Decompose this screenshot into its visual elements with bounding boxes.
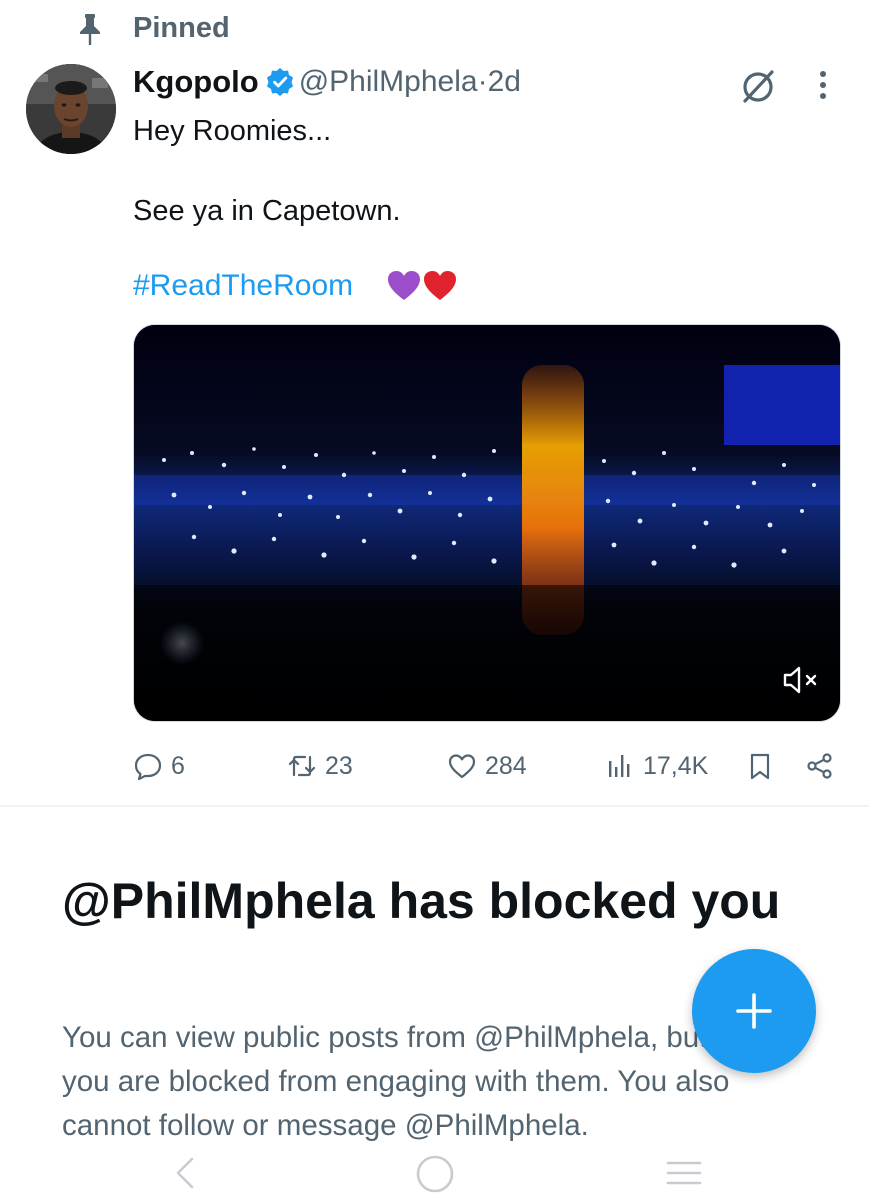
reply-icon xyxy=(134,753,162,781)
like-icon xyxy=(448,754,476,779)
grok-icon[interactable] xyxy=(738,66,778,106)
more-options-icon[interactable] xyxy=(808,66,838,106)
video-player[interactable] xyxy=(133,324,841,722)
blocked-description: You can view public posts from @PhilMphe… xyxy=(62,1021,730,1142)
tweet-header: Kgopolo @PhilMphela·2d xyxy=(133,64,521,108)
repost-icon xyxy=(288,755,316,777)
red-heart-icon xyxy=(424,271,457,300)
timestamp[interactable]: 2d xyxy=(488,65,521,98)
views-count: 17,4K xyxy=(643,751,709,780)
reply-button[interactable]: 6 xyxy=(133,746,185,786)
tweet-text-line2: See ya in Capetown. xyxy=(133,195,401,227)
views-button[interactable]: 17,4K xyxy=(605,746,708,786)
blocked-title: @PhilMphela has blocked you xyxy=(62,873,781,929)
share-icon xyxy=(807,753,832,779)
tweet-text-line1: Hey Roomies... xyxy=(133,115,332,147)
repost-button[interactable]: 23 xyxy=(287,746,353,786)
pinned-label: Pinned xyxy=(133,12,230,44)
like-count: 284 xyxy=(485,751,527,780)
video-frame xyxy=(134,325,840,721)
share-button[interactable] xyxy=(805,746,835,786)
bookmark-icon xyxy=(750,753,770,780)
mute-icon[interactable] xyxy=(782,665,820,695)
bookmark-button[interactable] xyxy=(745,746,775,786)
pinned-row: Pinned xyxy=(0,0,869,58)
pin-icon xyxy=(80,14,100,45)
avatar[interactable] xyxy=(26,64,116,154)
display-name[interactable]: Kgopolo xyxy=(133,64,259,99)
action-bar: 6 23 284 17,4K xyxy=(133,746,841,786)
divider xyxy=(0,805,869,807)
like-button[interactable]: 284 xyxy=(447,746,527,786)
repost-count: 23 xyxy=(325,751,353,780)
system-nav-bar xyxy=(0,1145,869,1200)
verified-badge-icon xyxy=(266,68,293,96)
compose-button[interactable] xyxy=(692,949,816,1073)
reply-count: 6 xyxy=(171,751,185,780)
hashtag-row: #ReadTheRoom xyxy=(133,268,458,308)
handle[interactable]: @PhilMphela xyxy=(299,65,478,98)
back-nav-icon[interactable] xyxy=(170,1153,200,1193)
hashtag-link[interactable]: #ReadTheRoom xyxy=(133,269,353,302)
avatar-image xyxy=(26,64,116,154)
plus-icon xyxy=(736,993,772,1029)
separator: · xyxy=(477,65,488,98)
views-icon xyxy=(609,755,630,777)
home-nav-icon[interactable] xyxy=(414,1153,456,1195)
purple-heart-icon xyxy=(388,271,421,300)
recent-apps-nav-icon[interactable] xyxy=(664,1157,704,1189)
